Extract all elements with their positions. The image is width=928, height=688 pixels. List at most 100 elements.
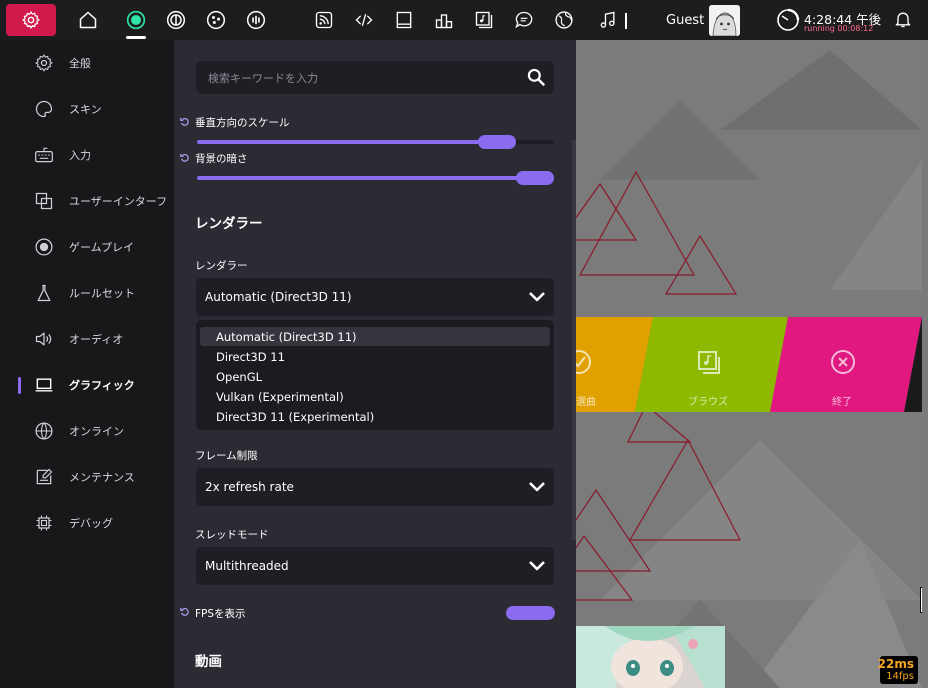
window-stack-icon — [35, 192, 53, 210]
rankings-icon — [435, 14, 453, 29]
slider-fill — [197, 140, 497, 144]
renderer-value: Automatic (Direct3D 11) — [205, 290, 352, 304]
slider-knob[interactable] — [516, 171, 554, 185]
gear-icon — [35, 54, 53, 72]
show-fps-toggle[interactable] — [506, 606, 555, 620]
changelog-button[interactable] — [348, 4, 380, 36]
news-icon — [315, 11, 333, 29]
username-label[interactable]: Guest — [666, 13, 704, 28]
sidebar-item-label: グラフィック — [69, 379, 135, 392]
fps-frametime: 22ms — [877, 657, 914, 671]
chevron-down-icon — [529, 561, 545, 571]
gear-icon — [21, 10, 40, 29]
sidebar-item-maintenance[interactable]: メンテナンス — [0, 457, 174, 497]
active-section-indicator — [18, 377, 21, 394]
search-icon[interactable] — [526, 67, 546, 87]
toolbar-divider — [625, 13, 627, 29]
browse-music-icon — [698, 351, 720, 374]
renderer-option[interactable]: Automatic (Direct3D 11) — [200, 327, 550, 346]
wiki-button[interactable] — [388, 4, 420, 36]
beatmap-listing-icon — [475, 11, 493, 29]
user-avatar[interactable] — [709, 5, 740, 36]
frame-limit-dropdown[interactable]: 2x refresh rate — [196, 468, 554, 506]
palette-icon — [35, 100, 53, 118]
vertical-scale-label: 垂直方向のスケール — [195, 117, 290, 129]
chat-button[interactable] — [508, 4, 540, 36]
renderer-section-title: レンダラー — [195, 216, 263, 232]
clock-running-time: running 00:08:12 — [804, 24, 874, 33]
home-button[interactable] — [72, 4, 104, 36]
chevron-down-icon — [529, 482, 545, 492]
beatmap-listing-button[interactable] — [468, 4, 500, 36]
sidebar-item-online[interactable]: オンライン — [0, 411, 174, 451]
slider-fill — [197, 176, 535, 180]
menu-play-label: 選曲 — [576, 397, 596, 408]
renderer-option-label: OpenGL — [216, 370, 263, 384]
renderer-option[interactable]: Direct3D 11 (Experimental) — [200, 407, 550, 426]
renderer-dropdown[interactable]: Automatic (Direct3D 11) — [196, 278, 554, 316]
flask-icon — [37, 284, 51, 302]
mouse-cursor — [920, 587, 922, 613]
renderer-option[interactable]: Vulkan (Experimental) — [200, 387, 550, 406]
sidebar-item-input[interactable]: 入力 — [0, 135, 174, 175]
renderer-option-label: Automatic (Direct3D 11) — [216, 330, 357, 344]
background-dim-label: 背景の暗さ — [195, 153, 248, 165]
thread-mode-value: Multithreaded — [205, 559, 289, 573]
menu-browse-label: ブラウズ — [688, 397, 728, 408]
reset-icon[interactable] — [180, 153, 190, 163]
maintenance-icon — [36, 468, 53, 485]
sidebar-item-skin[interactable]: スキン — [0, 89, 174, 129]
chip-icon — [36, 515, 52, 531]
music-icon — [600, 11, 615, 28]
social-button[interactable] — [548, 4, 580, 36]
renderer-label: レンダラー — [195, 260, 248, 272]
catch-ruleset-button[interactable] — [200, 4, 232, 36]
mania-ruleset-button[interactable] — [240, 4, 272, 36]
panel-scrollbar[interactable] — [572, 140, 576, 540]
fps-rate: 14fps — [886, 671, 914, 682]
user-card-image — [575, 626, 725, 688]
sidebar-item-label: オンライン — [69, 425, 124, 438]
slider-knob[interactable] — [478, 135, 516, 149]
vertical-scale-slider[interactable] — [197, 135, 554, 149]
chevron-down-icon — [529, 292, 545, 302]
clock-icon[interactable] — [776, 8, 800, 32]
osu-ruleset-button[interactable] — [120, 4, 152, 36]
catch-ruleset-icon — [206, 10, 226, 30]
bell-icon[interactable] — [893, 9, 913, 29]
reset-icon[interactable] — [180, 117, 190, 127]
settings-button[interactable] — [6, 4, 56, 36]
sidebar-item-user-interface[interactable]: ユーザーインターフ — [0, 181, 174, 221]
search-box — [196, 61, 554, 96]
renderer-option[interactable]: OpenGL — [200, 367, 550, 386]
toolbar: Guest 4:28:44 午後 running 00:08:12 — [0, 0, 928, 40]
video-section-title: 動画 — [195, 654, 222, 670]
search-input[interactable] — [206, 61, 510, 96]
sidebar-item-label: デバッグ — [69, 517, 113, 530]
sidebar-item-gameplay[interactable]: ゲームプレイ — [0, 227, 174, 267]
now-playing-button[interactable] — [592, 4, 624, 36]
world-icon — [555, 11, 573, 29]
fps-counter: 22ms 14fps — [877, 656, 918, 684]
renderer-option-label: Vulkan (Experimental) — [216, 390, 344, 404]
rankings-button[interactable] — [428, 4, 460, 36]
mania-ruleset-icon — [246, 10, 266, 30]
globe-icon — [35, 422, 53, 440]
news-button[interactable] — [308, 4, 340, 36]
sidebar-item-debug[interactable]: デバッグ — [0, 503, 174, 543]
frame-limit-value: 2x refresh rate — [205, 480, 294, 494]
reset-icon[interactable] — [180, 607, 190, 617]
sidebar-item-rulesets[interactable]: ルールセット — [0, 273, 174, 313]
osu-ruleset-icon — [126, 10, 146, 30]
show-fps-label: FPSを表示 — [195, 608, 246, 620]
sidebar-item-audio[interactable]: オーディオ — [0, 319, 174, 359]
renderer-option[interactable]: Direct3D 11 — [200, 347, 550, 366]
settings-panel: 垂直方向のスケール 背景の暗さ レンダラー レンダラー Automatic (D… — [174, 40, 576, 688]
taiko-ruleset-button[interactable] — [160, 4, 192, 36]
thread-mode-dropdown[interactable]: Multithreaded — [196, 547, 554, 585]
keyboard-icon — [35, 147, 53, 163]
sidebar-item-graphics[interactable]: グラフィック — [0, 365, 174, 405]
background-dim-slider[interactable] — [197, 171, 554, 185]
sidebar-item-general[interactable]: 全般 — [0, 43, 174, 83]
chat-icon — [515, 11, 533, 29]
